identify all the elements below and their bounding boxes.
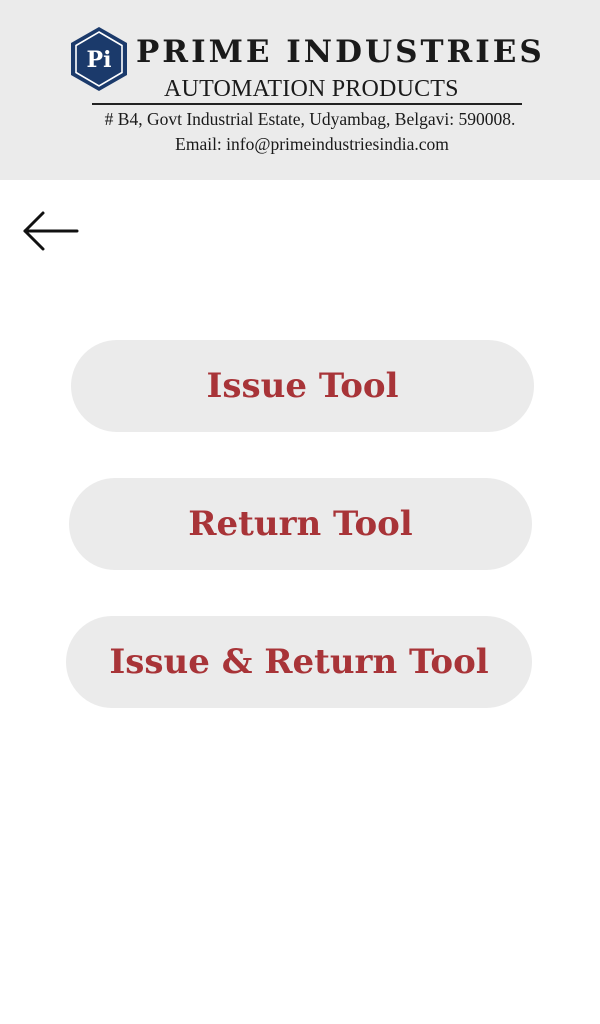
company-address: # B4, Govt Industrial Estate, Udyambag, … (104, 109, 516, 129)
return-tool-button[interactable]: Return Tool (69, 478, 532, 570)
company-tagline: AUTOMATION PRODUCTS (164, 76, 459, 102)
header-divider (92, 103, 522, 105)
company-email: Email: info@primeindustriesindia.com (175, 134, 449, 154)
company-header: Pi PRIME INDUSTRIES AUTOMATION PRODUCTS … (0, 0, 600, 180)
company-logo: Pi (71, 27, 127, 91)
issue-tool-label: Issue Tool (206, 366, 399, 406)
issue-tool-button[interactable]: Issue Tool (71, 340, 534, 432)
company-name: PRIME INDUSTRIES (136, 34, 545, 70)
issue-return-tool-label: Issue & Return Tool (109, 642, 489, 682)
back-button[interactable] (18, 206, 84, 256)
return-tool-label: Return Tool (188, 504, 413, 544)
issue-return-tool-button[interactable]: Issue & Return Tool (66, 616, 532, 708)
arrow-left-icon (23, 211, 79, 251)
logo-text: Pi (87, 47, 112, 73)
